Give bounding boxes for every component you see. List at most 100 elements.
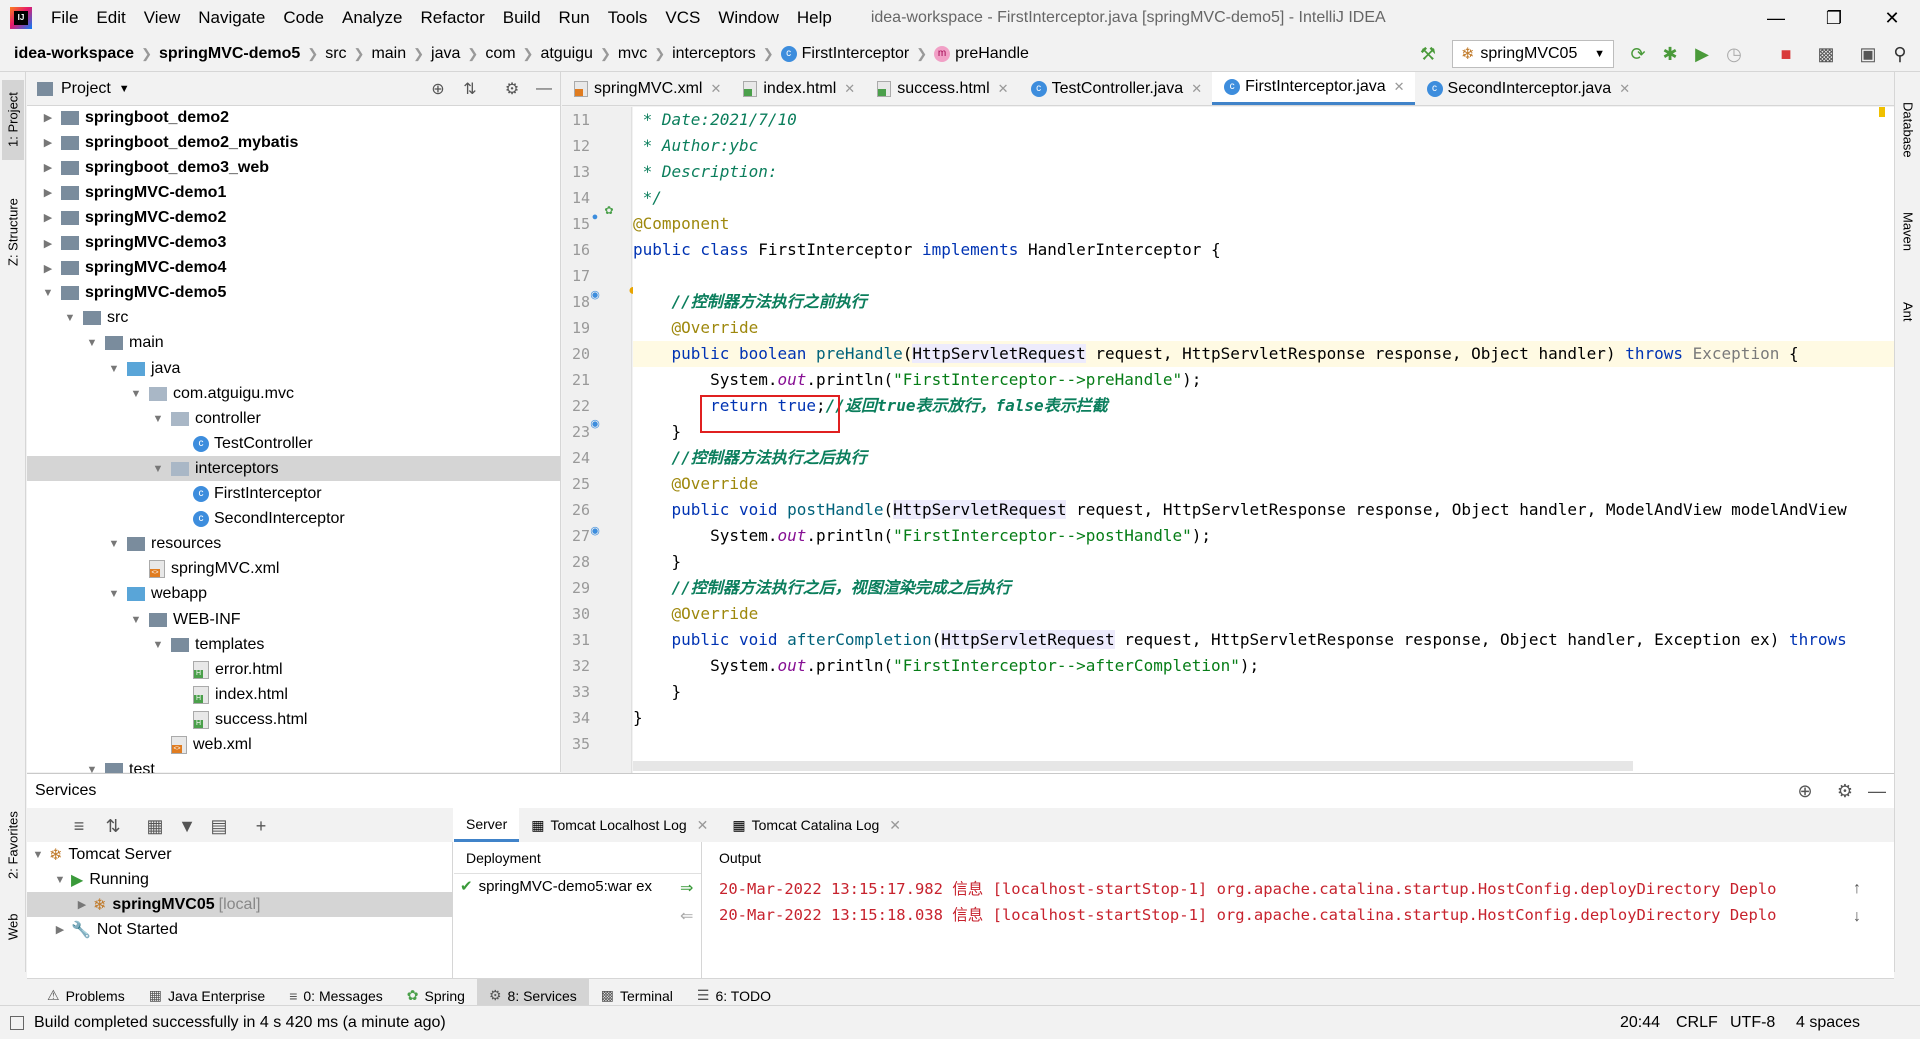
menu-navigate[interactable]: Navigate: [189, 8, 274, 28]
close-icon[interactable]: ✕: [998, 81, 1009, 97]
deployment-item[interactable]: ✔ springMVC-demo5:war ex: [454, 874, 676, 900]
service-tomcat-server[interactable]: ▼ ❄ Tomcat Server: [27, 842, 453, 867]
close-icon[interactable]: ✕: [1394, 79, 1405, 95]
chevron-right-icon[interactable]: ▶: [41, 161, 55, 174]
override-marker-icon[interactable]: ◉: [588, 523, 602, 537]
editor-tab-index-html[interactable]: index.html ✕: [731, 72, 865, 105]
crumb-interceptors[interactable]: interceptors: [668, 45, 760, 63]
caret-position[interactable]: 20:44: [1620, 1014, 1660, 1032]
tree-item[interactable]: index.html: [27, 682, 561, 707]
chevron-right-icon[interactable]: ▶: [49, 923, 71, 936]
tree-item[interactable]: ▼ main: [27, 331, 561, 356]
close-icon[interactable]: ✕: [1191, 81, 1202, 97]
menu-tools[interactable]: Tools: [599, 8, 657, 28]
close-icon[interactable]: ✕: [889, 817, 901, 834]
add-service-icon[interactable]: +: [249, 814, 273, 838]
menu-vcs[interactable]: VCS: [656, 8, 709, 28]
undeploy-icon[interactable]: ⇐: [680, 906, 693, 926]
new-tab-icon[interactable]: ▤: [207, 814, 231, 838]
line-separator[interactable]: CRLF: [1676, 1014, 1718, 1032]
menu-run[interactable]: Run: [550, 8, 599, 28]
tree-item[interactable]: ▶ springboot_demo3_web: [27, 155, 561, 180]
override-marker-icon[interactable]: ◉: [588, 287, 602, 301]
editor-tab-success-html[interactable]: success.html ✕: [865, 72, 1018, 105]
crumb-java[interactable]: java: [427, 45, 464, 63]
hide-icon[interactable]: —: [1865, 779, 1889, 803]
close-icon[interactable]: ✕: [1619, 81, 1630, 97]
chevron-down-icon[interactable]: ▼: [151, 463, 165, 475]
tab-server[interactable]: Server: [454, 808, 520, 842]
close-icon[interactable]: ✕: [844, 81, 855, 97]
menu-code[interactable]: Code: [274, 8, 333, 28]
tree-item[interactable]: ▼ resources: [27, 532, 561, 557]
chevron-down-icon[interactable]: ▼: [107, 538, 121, 550]
stop-icon[interactable]: ■: [1774, 42, 1798, 66]
service-not-started-group[interactable]: ▶ 🔧 Not Started: [27, 917, 453, 942]
horizontal-scrollbar[interactable]: [633, 761, 1633, 771]
status-message[interactable]: Build completed successfully in 4 s 420 …: [34, 1014, 446, 1032]
tree-item[interactable]: ▼ webapp: [27, 582, 561, 607]
tree-item[interactable]: ▼ springMVC-demo5: [27, 281, 561, 306]
chevron-down-icon[interactable]: ▼: [49, 874, 71, 886]
chevron-down-icon[interactable]: ▼: [107, 363, 121, 375]
run-with-coverage-icon[interactable]: ▶: [1690, 42, 1714, 66]
crumb-method[interactable]: m preHandle: [930, 45, 1033, 63]
build-hammer-icon[interactable]: ⚒: [1416, 42, 1440, 66]
menu-help[interactable]: Help: [788, 8, 841, 28]
deploy-icon[interactable]: ⇒: [680, 878, 693, 898]
tool-tab-web[interactable]: Web: [2, 902, 24, 952]
tool-tab-maven[interactable]: Maven: [1897, 192, 1919, 272]
status-toggle-icon[interactable]: [10, 1015, 24, 1030]
implement-marker-icon[interactable]: ●: [588, 210, 602, 224]
service-running-group[interactable]: ▼ ▶ Running: [27, 867, 453, 892]
service-springmvc05[interactable]: ▶ ❄ springMVC05 [local]: [27, 892, 453, 917]
crumb-workspace[interactable]: idea-workspace: [10, 45, 138, 63]
project-structure-icon[interactable]: ▩: [1814, 42, 1838, 66]
crumb-com[interactable]: com: [481, 45, 519, 63]
chevron-down-icon[interactable]: ▼: [129, 614, 143, 626]
crumb-class[interactable]: c FirstInterceptor: [777, 45, 914, 63]
tool-tab-database[interactable]: Database: [1897, 80, 1919, 180]
chevron-right-icon[interactable]: ▶: [41, 211, 55, 224]
maximize-button[interactable]: ❐: [1806, 0, 1862, 36]
tree-item[interactable]: ▼ java: [27, 356, 561, 381]
chevron-down-icon[interactable]: ▼: [85, 337, 99, 349]
close-window-button[interactable]: ✕: [1864, 0, 1920, 36]
menu-analyze[interactable]: Analyze: [333, 8, 411, 28]
layout-icon[interactable]: ▣: [1856, 42, 1880, 66]
gear-icon[interactable]: ⚙: [1833, 779, 1857, 803]
debug-bug-icon[interactable]: ✱: [1658, 42, 1682, 66]
tree-item[interactable]: ▼ controller: [27, 406, 561, 431]
tool-tab-project[interactable]: 1: Project: [2, 80, 24, 160]
chevron-right-icon[interactable]: ▶: [41, 186, 55, 199]
editor-tab-firstinterceptor[interactable]: c FirstInterceptor.java ✕: [1212, 72, 1415, 105]
menu-file[interactable]: File: [42, 8, 87, 28]
group-icon[interactable]: ▦: [143, 814, 167, 838]
tree-item[interactable]: ▶ springMVC-demo3: [27, 231, 561, 256]
collapse-all-icon[interactable]: ⇅: [101, 814, 125, 838]
rerun-icon[interactable]: ⟳: [1626, 42, 1650, 66]
crumb-atguigu[interactable]: atguigu: [536, 45, 597, 63]
menu-refactor[interactable]: Refactor: [411, 8, 493, 28]
editor-tab-springmvc-xml[interactable]: springMVC.xml ✕: [562, 72, 731, 105]
indent-setting[interactable]: 4 spaces: [1796, 1014, 1860, 1032]
crumb-main[interactable]: main: [367, 45, 410, 63]
tree-item[interactable]: ▼ com.atguigu.mvc: [27, 381, 561, 406]
scroll-down-icon[interactable]: ↓: [1853, 908, 1861, 926]
tree-item[interactable]: ▼ WEB-INF: [27, 607, 561, 632]
tree-item[interactable]: ▼ templates: [27, 632, 561, 657]
add-icon[interactable]: ⊕: [1793, 779, 1817, 803]
profile-icon[interactable]: ◷: [1722, 42, 1746, 66]
chevron-right-icon[interactable]: ▶: [71, 898, 93, 911]
menu-window[interactable]: Window: [709, 8, 787, 28]
chevron-down-icon[interactable]: ▼: [129, 388, 143, 400]
chevron-down-icon[interactable]: ▼: [151, 639, 165, 651]
expand-all-icon[interactable]: ≡: [67, 814, 91, 838]
tab-catalina-log[interactable]: ▦ Tomcat Catalina Log ✕: [720, 808, 913, 842]
chevron-right-icon[interactable]: ▶: [41, 262, 55, 275]
code-editor[interactable]: * Date:2021/7/10 * Author:ybc * Descript…: [633, 107, 1894, 773]
menu-build[interactable]: Build: [494, 8, 550, 28]
tool-tab-ant[interactable]: Ant: [1897, 282, 1919, 342]
chevron-down-icon[interactable]: ▼: [151, 413, 165, 425]
chevron-down-icon[interactable]: ▼: [107, 588, 121, 600]
